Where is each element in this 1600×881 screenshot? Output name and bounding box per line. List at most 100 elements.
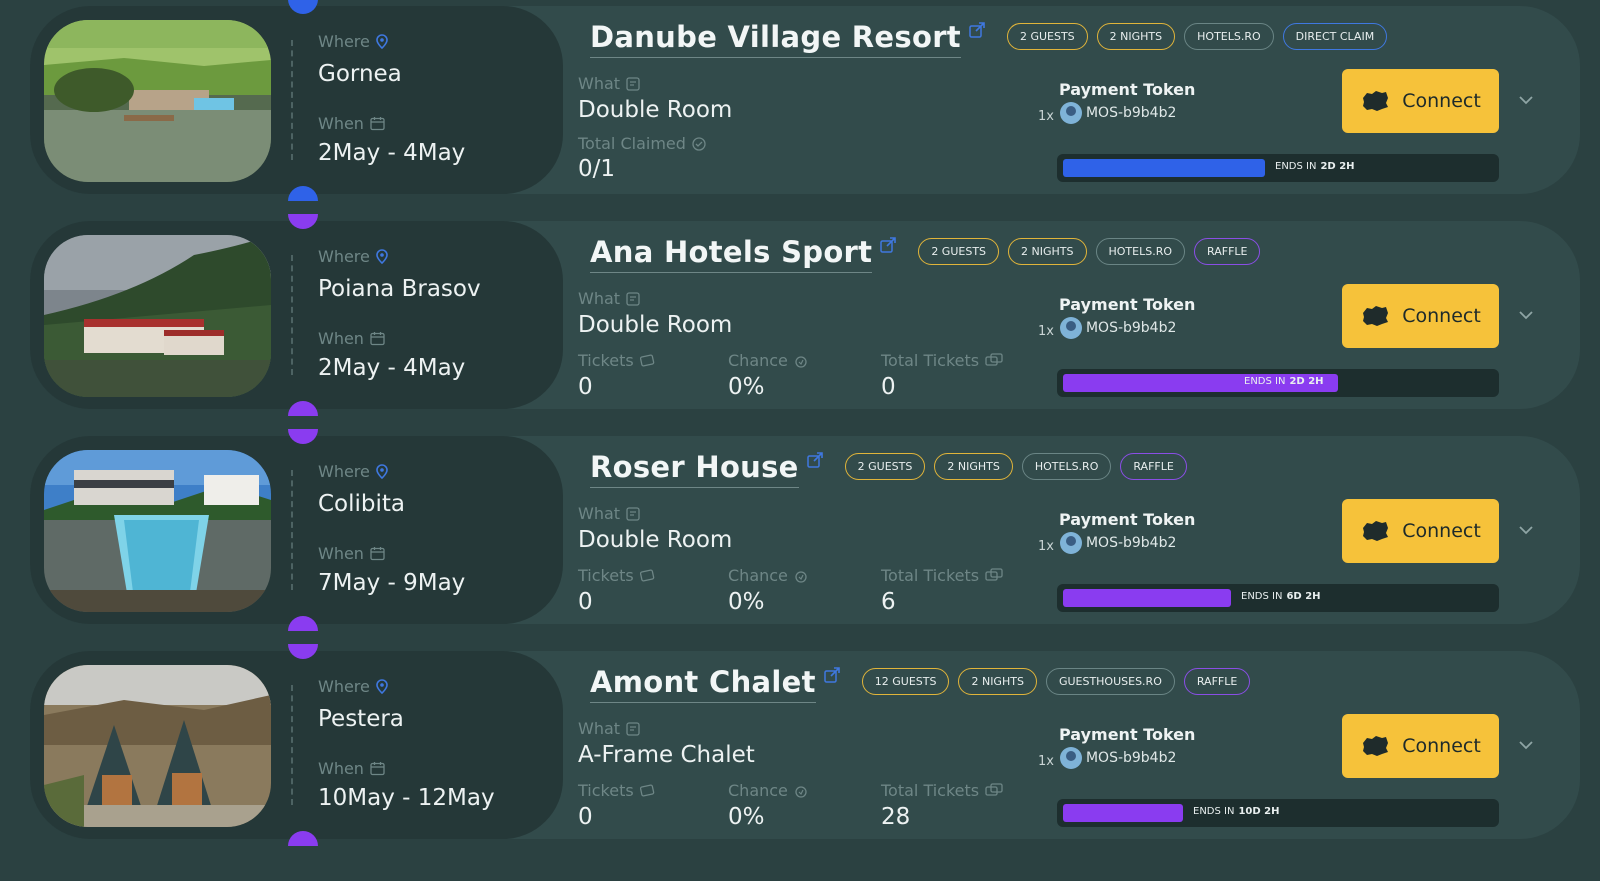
tickets-value: 6: [881, 589, 896, 615]
room-type-value: Double Room: [578, 97, 733, 123]
tag-badge: 2 NIGHTS: [934, 452, 1013, 480]
tag-badge: RAFFLE: [1120, 452, 1187, 480]
listing-title[interactable]: Ana Hotels Sport: [590, 235, 873, 273]
chevron-down-icon[interactable]: [1518, 307, 1534, 323]
location-pin-icon: [376, 34, 388, 49]
listing-title[interactable]: Roser House: [590, 450, 799, 488]
note-icon: [626, 76, 640, 91]
token-multiplier: 1x: [1038, 323, 1054, 339]
token-multiplier: 1x: [1038, 538, 1054, 554]
listing-header: Roser House 2 GUESTS 2 NIGHTS HOTELS.RO RAF…: [590, 450, 1187, 488]
note-icon: [626, 506, 640, 521]
connect-button[interactable]: Connect: [1342, 284, 1499, 348]
location-value: Pestera: [318, 706, 404, 732]
tag-badge: 2 GUESTS: [1006, 22, 1088, 50]
tag-badge: HOTELS.RO: [1095, 237, 1186, 265]
connect-button[interactable]: Connect: [1342, 714, 1499, 778]
payment-token-row: 1x MOS-b9b4b2: [1038, 102, 1176, 124]
room-type-value: Double Room: [578, 312, 733, 338]
room-type-value: Double Room: [578, 527, 733, 553]
countdown-text: ENDS IN 2D 2H: [1275, 161, 1355, 172]
chevron-down-icon[interactable]: [1518, 92, 1534, 108]
chance-label: Chance: [728, 781, 808, 800]
calendar-icon: [370, 117, 385, 131]
ticket-notch: [288, 429, 318, 444]
ticket-notch: [288, 644, 318, 659]
calendar-icon: [370, 547, 385, 561]
chevron-down-icon[interactable]: [1518, 737, 1534, 753]
ticket-label: Tickets: [578, 781, 657, 800]
external-link-icon[interactable]: [824, 667, 840, 683]
countdown-bar: ENDS IN 2D 2H: [1057, 369, 1499, 397]
when-label: When: [318, 759, 385, 778]
check-circle-icon: [692, 136, 706, 151]
what-label: What: [578, 289, 640, 308]
countdown-text: ENDS IN 2D 2H: [1244, 376, 1324, 387]
ticket-notch: [288, 0, 318, 14]
external-link-icon[interactable]: [880, 237, 897, 253]
tag-badge: HOTELS.RO: [1184, 22, 1274, 50]
countdown-fill: [1063, 159, 1265, 177]
countdown-fill: [1063, 804, 1183, 822]
connect-button[interactable]: Connect: [1342, 69, 1499, 133]
tag-badge: 2 GUESTS: [844, 452, 926, 480]
tag-list: 2 GUESTS 2 NIGHTS HOTELS.RO DIRECT CLAIM: [1006, 22, 1388, 50]
payment-token-label: Payment Token: [1059, 725, 1196, 744]
romania-map-icon: [1363, 736, 1389, 756]
tag-badge: 2 NIGHTS: [1008, 237, 1087, 265]
tag-badge: 2 GUESTS: [918, 237, 1000, 265]
tag-badge: 2 NIGHTS: [958, 667, 1037, 695]
tag-list: 12 GUESTS 2 NIGHTS GUESTHOUSES.RO RAFFLE: [861, 667, 1251, 695]
date-range-value: 2May - 4May: [318, 355, 466, 381]
listing-photo[interactable]: [44, 20, 271, 182]
external-link-icon[interactable]: [969, 22, 985, 38]
ticket-icon: [639, 354, 654, 367]
date-range-value: 2May - 4May: [318, 140, 466, 166]
ticket-icon: [639, 569, 654, 582]
tickets-icon: [985, 783, 1003, 796]
tickets-value: 28: [881, 804, 911, 830]
connect-button[interactable]: Connect: [1342, 499, 1499, 563]
listing-photo[interactable]: [44, 450, 271, 612]
note-icon: [626, 291, 640, 306]
listing-photo-image: [44, 235, 271, 397]
ticket-divider: [291, 470, 293, 590]
listing-title[interactable]: Danube Village Resort: [590, 20, 961, 58]
listing-photo[interactable]: [44, 235, 271, 397]
note-icon: [626, 721, 640, 736]
token-avatar: [1059, 102, 1082, 124]
payment-token-row: 1x MOS-b9b4b2: [1038, 317, 1176, 339]
tag-list: 2 GUESTS 2 NIGHTS HOTELS.RO RAFFLE: [844, 452, 1187, 480]
payment-token-row: 1x MOS-b9b4b2: [1038, 747, 1176, 769]
tag-list: 2 GUESTS 2 NIGHTS HOTELS.RO RAFFLE: [918, 237, 1261, 265]
token-id: MOS-b9b4b2: [1085, 320, 1177, 336]
listing-header: Amont Chalet 12 GUESTS 2 NIGHTS GUESTHOUSE…: [590, 665, 1251, 703]
token-multiplier: 1x: [1038, 753, 1054, 769]
external-link-icon[interactable]: [806, 452, 823, 468]
listing-summary: Where Colibita When 7May - 9May: [30, 429, 563, 631]
chance-label: Chance: [728, 351, 808, 370]
token-id: MOS-b9b4b2: [1085, 750, 1177, 766]
chevron-down-icon[interactable]: [1518, 522, 1534, 538]
tag-badge: RAFFLE: [1183, 667, 1251, 695]
chance-value: 0%: [728, 374, 765, 400]
ticket-notch: [288, 214, 318, 229]
listing-photo[interactable]: [44, 665, 271, 827]
tickets-icon: [985, 568, 1003, 581]
listing-summary: Where Pestera When 10May - 12May: [30, 644, 563, 846]
tag-badge: HOTELS.RO: [1021, 452, 1112, 480]
payment-token-label: Payment Token: [1059, 510, 1196, 529]
listing-title[interactable]: Amont Chalet: [590, 665, 816, 703]
ticket-divider: [291, 255, 293, 375]
listing-photo-image: [44, 450, 271, 612]
chance-icon: [795, 570, 807, 583]
payment-token-label: Payment Token: [1059, 295, 1196, 314]
ticket-value: 0: [578, 804, 593, 830]
token-avatar: [1059, 317, 1082, 339]
tag-badge: DIRECT CLAIM: [1282, 22, 1388, 50]
tickets-label: Total Tickets: [881, 781, 1005, 800]
listing-summary: Where Gornea When 2May - 4May: [30, 0, 563, 201]
what-label: What: [578, 719, 640, 738]
countdown-bar: ENDS IN 2D 2H: [1057, 154, 1499, 182]
date-range-value: 10May - 12May: [318, 785, 495, 811]
